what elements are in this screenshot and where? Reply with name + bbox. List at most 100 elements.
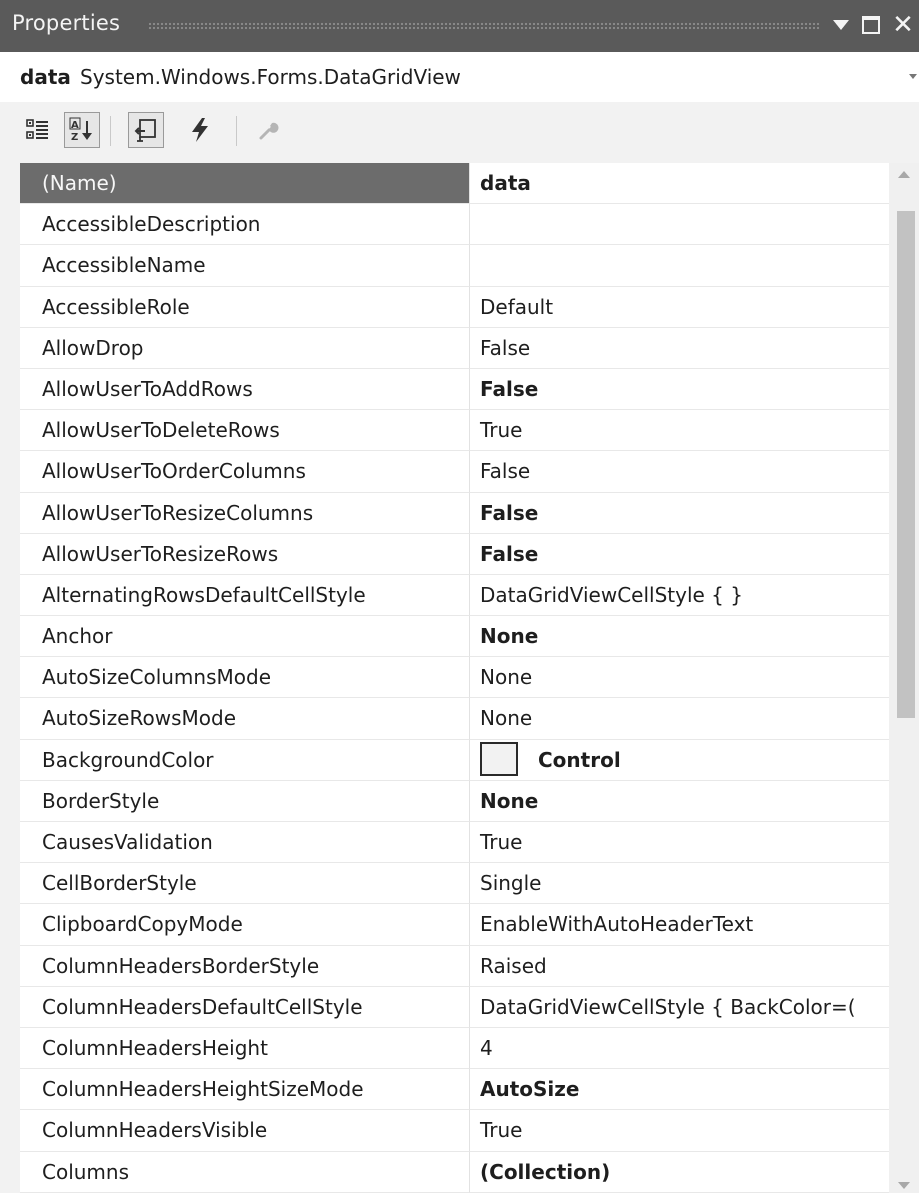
property-row[interactable]: Columns (Collection) xyxy=(20,1151,889,1193)
property-value-text: Single xyxy=(480,871,542,896)
property-name[interactable]: AutoSizeColumnsMode xyxy=(20,657,470,699)
categorized-button[interactable] xyxy=(20,112,56,148)
object-selector[interactable]: data System.Windows.Forms.DataGridView xyxy=(0,52,919,102)
close-button[interactable]: ✕ xyxy=(888,10,918,40)
property-value[interactable]: False xyxy=(470,451,889,493)
property-row[interactable]: AlternatingRowsDefaultCellStyle DataGridV… xyxy=(20,574,889,617)
property-name[interactable]: AccessibleRole xyxy=(20,286,470,328)
property-name[interactable]: BorderStyle xyxy=(20,780,470,822)
property-name[interactable]: ColumnHeadersBorderStyle xyxy=(20,945,470,987)
property-name[interactable]: AccessibleDescription xyxy=(20,204,470,246)
property-value[interactable]: True xyxy=(470,410,889,452)
property-value[interactable] xyxy=(470,245,889,287)
property-name[interactable]: AllowDrop xyxy=(20,327,470,369)
property-row[interactable]: AutoSizeRowsMode None xyxy=(20,698,889,740)
property-name[interactable]: BackgroundColor xyxy=(20,739,470,781)
property-value[interactable]: False xyxy=(470,369,889,411)
property-value[interactable]: data xyxy=(470,163,889,205)
property-value[interactable]: None xyxy=(470,781,889,822)
property-name[interactable]: ColumnHeadersDefaultCellStyle xyxy=(20,986,470,1028)
maximize-button[interactable] xyxy=(856,10,886,40)
properties-button[interactable] xyxy=(128,112,164,148)
property-value[interactable]: Default xyxy=(470,287,889,328)
property-value[interactable]: False xyxy=(470,493,889,534)
property-value[interactable]: False xyxy=(470,328,889,369)
property-name[interactable]: AutoSizeRowsMode xyxy=(20,698,470,740)
property-value[interactable]: Raised xyxy=(470,946,889,987)
property-name[interactable]: AllowUserToOrderColumns xyxy=(20,451,470,493)
scroll-up-icon[interactable] xyxy=(898,171,910,178)
property-row[interactable]: CellBorderStyle Single xyxy=(20,863,889,905)
property-value[interactable]: True xyxy=(470,822,889,864)
property-value[interactable]: (Collection) xyxy=(470,1152,889,1193)
property-row[interactable]: AllowUserToResizeRows False xyxy=(20,533,889,575)
property-value[interactable]: True xyxy=(470,1110,889,1152)
toolbar-separator xyxy=(236,116,237,146)
property-row[interactable]: ColumnHeadersVisible True xyxy=(20,1110,889,1152)
property-name[interactable]: ColumnHeadersHeight xyxy=(20,1027,470,1070)
property-name[interactable]: AllowUserToAddRows xyxy=(20,368,470,411)
property-value[interactable]: None xyxy=(470,616,889,658)
property-row[interactable]: ColumnHeadersBorderStyle Raised xyxy=(20,945,889,987)
property-name[interactable]: AccessibleName xyxy=(20,245,470,287)
color-swatch xyxy=(480,742,518,777)
property-value[interactable]: False xyxy=(470,534,889,575)
property-row[interactable]: ClipboardCopyMode EnableWithAutoHeaderTex… xyxy=(20,904,889,946)
property-row[interactable]: ColumnHeadersHeightSizeMode AutoSize xyxy=(20,1069,889,1111)
property-row[interactable]: CausesValidation True xyxy=(20,822,889,864)
property-name[interactable]: Anchor xyxy=(20,616,470,658)
property-name[interactable]: AlternatingRowsDefaultCellStyle xyxy=(20,574,470,617)
property-value-text: Control xyxy=(538,747,621,772)
chevron-down-icon[interactable] xyxy=(909,74,917,79)
property-value-text: None xyxy=(480,788,539,813)
scroll-thumb[interactable] xyxy=(897,211,915,718)
alphabetical-button[interactable]: A Z xyxy=(64,112,100,148)
property-row[interactable]: AccessibleRole Default xyxy=(20,286,889,328)
property-value[interactable]: EnableWithAutoHeaderText xyxy=(470,904,889,946)
drag-grip[interactable] xyxy=(148,22,820,30)
property-row[interactable]: AllowUserToOrderColumns False xyxy=(20,451,889,493)
property-value[interactable]: DataGridViewCellStyle { BackColor=( xyxy=(470,987,889,1028)
property-name[interactable]: AllowUserToResizeRows xyxy=(20,533,470,575)
property-row[interactable]: ColumnHeadersHeight 4 xyxy=(20,1027,889,1070)
property-row[interactable]: AllowUserToDeleteRows True xyxy=(20,410,889,452)
property-name[interactable]: AllowUserToDeleteRows xyxy=(20,410,470,452)
property-name[interactable]: (Name) xyxy=(20,163,470,205)
vertical-scrollbar[interactable] xyxy=(889,163,919,1193)
property-value[interactable]: 4 xyxy=(470,1028,889,1070)
property-row[interactable]: BorderStyle None xyxy=(20,780,889,822)
property-row[interactable]: AllowDrop False xyxy=(20,327,889,369)
property-row[interactable]: Anchor None xyxy=(20,616,889,658)
property-name[interactable]: CausesValidation xyxy=(20,822,470,864)
property-name[interactable]: ColumnHeadersVisible xyxy=(20,1110,470,1152)
property-row[interactable]: AllowUserToAddRows False xyxy=(20,368,889,411)
property-row[interactable]: AccessibleName xyxy=(20,245,889,287)
property-value[interactable]: Control xyxy=(470,740,889,781)
scroll-down-icon[interactable] xyxy=(898,1182,910,1189)
property-value[interactable]: None xyxy=(470,698,889,740)
property-name[interactable]: Columns xyxy=(20,1151,470,1193)
window-position-dropdown[interactable] xyxy=(826,10,856,40)
property-value-text: True xyxy=(480,418,523,443)
property-name[interactable]: ColumnHeadersHeightSizeMode xyxy=(20,1069,470,1111)
property-row[interactable]: AccessibleDescription xyxy=(20,204,889,246)
property-name[interactable]: CellBorderStyle xyxy=(20,863,470,905)
property-value-text: DataGridViewCellStyle { BackColor=( xyxy=(480,994,856,1019)
properties-titlebar[interactable]: Properties ✕ xyxy=(0,0,919,52)
property-row[interactable]: (Name) data xyxy=(20,163,889,205)
events-button[interactable] xyxy=(182,112,218,148)
property-row[interactable]: AllowUserToResizeColumns False xyxy=(20,492,889,534)
property-row[interactable]: BackgroundColor Control xyxy=(20,739,889,781)
property-name[interactable]: ClipboardCopyMode xyxy=(20,904,470,946)
property-row[interactable]: AutoSizeColumnsMode None xyxy=(20,657,889,699)
property-value[interactable] xyxy=(470,204,889,246)
property-value-text: False xyxy=(480,459,531,484)
property-name[interactable]: AllowUserToResizeColumns xyxy=(20,492,470,534)
property-value-text: True xyxy=(480,830,523,854)
property-value[interactable]: DataGridViewCellStyle { } xyxy=(470,575,889,617)
property-value-text: False xyxy=(480,541,539,566)
property-value[interactable]: AutoSize xyxy=(470,1069,889,1111)
property-row[interactable]: ColumnHeadersDefaultCellStyle DataGridVie… xyxy=(20,986,889,1028)
property-value[interactable]: None xyxy=(470,657,889,699)
property-value[interactable]: Single xyxy=(470,863,889,905)
